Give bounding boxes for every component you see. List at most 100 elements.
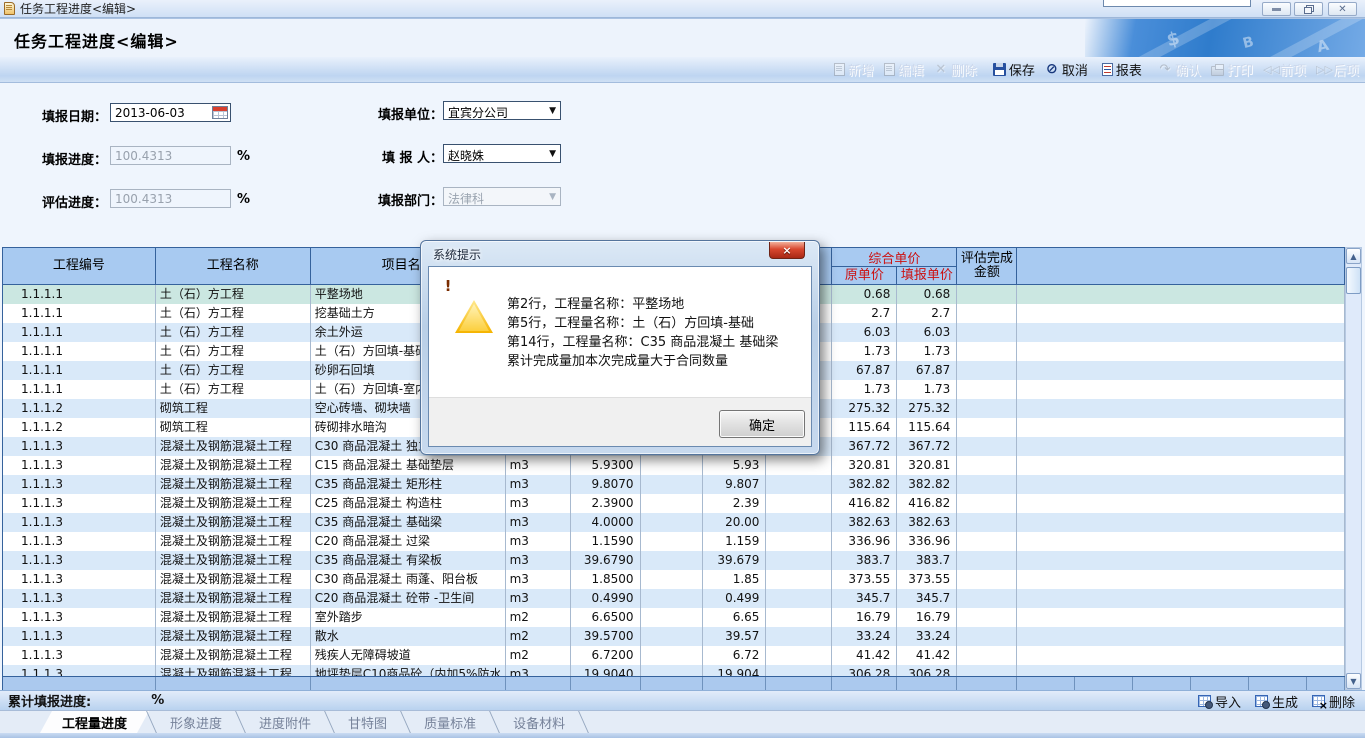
table-cell-name[interactable]: 土（石）方工程: [156, 323, 311, 342]
table-cell-price_orig[interactable]: 382.82: [832, 475, 897, 494]
table-cell-price_orig[interactable]: 67.87: [832, 361, 897, 380]
table-cell-item[interactable]: C35 商品混凝土 基础梁: [311, 513, 506, 532]
table-cell-price_report[interactable]: 0.68: [897, 285, 957, 304]
table-cell-rest[interactable]: [1017, 532, 1345, 551]
delete-row-button[interactable]: 删除: [1312, 692, 1355, 711]
table-row[interactable]: 1.1.1.3混凝土及钢筋混凝土工程C20 商品混凝土 过梁m31.15901.…: [3, 532, 1345, 551]
reporter-select[interactable]: 赵晓姝▼: [443, 144, 561, 163]
table-cell-col6[interactable]: [641, 570, 704, 589]
table-cell-price_report[interactable]: 67.87: [897, 361, 957, 380]
table-cell-qty2[interactable]: 6.72: [703, 646, 766, 665]
table-scrollbar[interactable]: ▲ ▼: [1345, 247, 1362, 690]
table-cell-price_report[interactable]: 306.28: [897, 665, 957, 676]
table-cell-rest[interactable]: [1017, 494, 1345, 513]
table-cell-name[interactable]: 混凝土及钢筋混凝土工程: [156, 513, 311, 532]
table-cell-price_orig[interactable]: 0.68: [832, 285, 897, 304]
delete-button[interactable]: ✕删除: [934, 60, 977, 80]
table-row[interactable]: 1.1.1.3混凝土及钢筋混凝土工程C35 商品混凝土 基础梁m34.00002…: [3, 513, 1345, 532]
scroll-thumb[interactable]: [1346, 267, 1361, 294]
table-cell-name[interactable]: 土（石）方工程: [156, 304, 311, 323]
table-cell-item[interactable]: C20 商品混凝土 砼带 -卫生间: [311, 589, 506, 608]
table-cell-name[interactable]: 混凝土及钢筋混凝土工程: [156, 456, 311, 475]
table-cell-col8[interactable]: [766, 608, 832, 627]
table-cell-name[interactable]: 土（石）方工程: [156, 342, 311, 361]
table-cell-name[interactable]: 混凝土及钢筋混凝土工程: [156, 532, 311, 551]
table-cell-price_report[interactable]: 2.7: [897, 304, 957, 323]
table-cell-item[interactable]: C20 商品混凝土 过梁: [311, 532, 506, 551]
table-cell-price_orig[interactable]: 306.28: [832, 665, 897, 676]
date-field[interactable]: 2013-06-03: [110, 103, 231, 122]
table-cell-col8[interactable]: [766, 494, 832, 513]
prev-button[interactable]: ◁◁前项: [1263, 60, 1306, 80]
table-cell-item[interactable]: 地坪垫层C10商品砼（内加5%防水: [311, 665, 506, 676]
table-cell-col6[interactable]: [641, 646, 704, 665]
table-row[interactable]: 1.1.1.3混凝土及钢筋混凝土工程C35 商品混凝土 有梁板m339.6790…: [3, 551, 1345, 570]
table-cell-eval_amount[interactable]: [957, 608, 1017, 627]
table-cell-col6[interactable]: [641, 513, 704, 532]
table-cell-qty1[interactable]: 6.7200: [571, 646, 641, 665]
table-cell-rest[interactable]: [1017, 608, 1345, 627]
table-cell-unit[interactable]: m2: [506, 627, 571, 646]
table-cell-col6[interactable]: [641, 532, 704, 551]
tab-equipment-materials[interactable]: 设备材料: [497, 711, 581, 733]
table-cell-rest[interactable]: [1017, 570, 1345, 589]
table-cell-price_report[interactable]: 382.82: [897, 475, 957, 494]
table-cell-rest[interactable]: [1017, 437, 1345, 456]
table-cell-col8[interactable]: [766, 532, 832, 551]
table-cell-price_orig[interactable]: 6.03: [832, 323, 897, 342]
table-cell-eval_amount[interactable]: [957, 304, 1017, 323]
table-cell-item[interactable]: 残疾人无障碍坡道: [311, 646, 506, 665]
table-row[interactable]: 1.1.1.3混凝土及钢筋混凝土工程C20 商品混凝土 砼带 -卫生间m30.4…: [3, 589, 1345, 608]
table-cell-price_orig[interactable]: 336.96: [832, 532, 897, 551]
table-cell-name[interactable]: 混凝土及钢筋混凝土工程: [156, 551, 311, 570]
table-cell-qty2[interactable]: 1.159: [703, 532, 766, 551]
table-cell-code[interactable]: 1.1.1.1: [3, 285, 156, 304]
table-cell-eval_amount[interactable]: [957, 380, 1017, 399]
table-cell-qty2[interactable]: 19.904: [703, 665, 766, 676]
calendar-icon[interactable]: [212, 106, 228, 119]
table-cell-eval_amount[interactable]: [957, 551, 1017, 570]
table-cell-item[interactable]: [311, 677, 506, 690]
table-cell-price_report[interactable]: 275.32: [897, 399, 957, 418]
scroll-up-icon[interactable]: ▲: [1346, 248, 1361, 264]
tab-quality-standard[interactable]: 质量标准: [408, 711, 492, 733]
table-cell-price_orig[interactable]: 16.79: [832, 608, 897, 627]
table-cell-eval_amount[interactable]: [957, 665, 1017, 676]
table-cell-code[interactable]: 1.1.1.3: [3, 570, 156, 589]
table-cell-eval_amount[interactable]: [957, 399, 1017, 418]
header-eval-amount[interactable]: 评估完成金额: [957, 248, 1017, 285]
table-cell-name[interactable]: 土（石）方工程: [156, 361, 311, 380]
table-cell-name[interactable]: [156, 677, 311, 690]
table-cell-price_orig[interactable]: 345.7: [832, 589, 897, 608]
table-cell-price_orig[interactable]: 1.73: [832, 342, 897, 361]
scroll-down-icon[interactable]: ▼: [1346, 673, 1361, 689]
table-cell-col6[interactable]: [641, 456, 704, 475]
import-button[interactable]: 导入: [1198, 692, 1241, 711]
table-cell-qty2[interactable]: 39.57: [703, 627, 766, 646]
table-cell-item[interactable]: C30 商品混凝土 雨蓬、阳台板: [311, 570, 506, 589]
table-cell-item[interactable]: 散水: [311, 627, 506, 646]
table-cell-price_report[interactable]: 6.03: [897, 323, 957, 342]
table-cell-code[interactable]: 1.1.1.3: [3, 494, 156, 513]
table-cell-rest[interactable]: [1017, 399, 1345, 418]
table-cell-code[interactable]: [3, 677, 156, 690]
table-cell-col8[interactable]: [766, 475, 832, 494]
table-cell-unit[interactable]: m2: [506, 608, 571, 627]
table-cell-qty2[interactable]: 5.93: [703, 456, 766, 475]
table-cell-qty1[interactable]: [571, 677, 641, 690]
table-cell-rest[interactable]: [1017, 551, 1345, 570]
table-row[interactable]: 1.1.1.3混凝土及钢筋混凝土工程C35 商品混凝土 矩形柱m39.80709…: [3, 475, 1345, 494]
table-cell-unit[interactable]: m3: [506, 513, 571, 532]
table-cell-eval_amount[interactable]: [957, 342, 1017, 361]
table-cell-col6[interactable]: [641, 665, 704, 676]
tab-gantt-chart[interactable]: 甘特图: [332, 711, 403, 733]
table-cell-name[interactable]: 砌筑工程: [156, 418, 311, 437]
table-cell-item[interactable]: C25 商品混凝土 构造柱: [311, 494, 506, 513]
table-cell-code[interactable]: 1.1.1.1: [3, 361, 156, 380]
table-cell-unit[interactable]: m3: [506, 570, 571, 589]
edit-button[interactable]: 编辑: [884, 60, 924, 80]
table-cell-eval_amount[interactable]: [957, 589, 1017, 608]
table-cell-eval_amount[interactable]: [957, 418, 1017, 437]
table-cell-qty2[interactable]: 1.85: [703, 570, 766, 589]
table-cell-price_orig[interactable]: 33.24: [832, 627, 897, 646]
